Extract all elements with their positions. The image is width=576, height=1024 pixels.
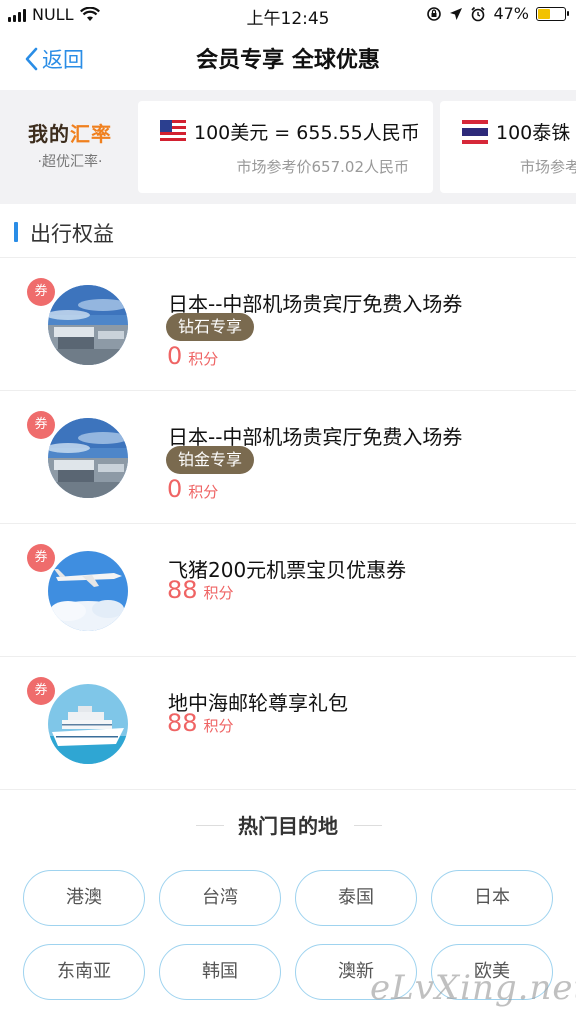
us-flag-icon: [160, 119, 186, 144]
section-title: 出行权益: [30, 222, 114, 246]
divider-line-right: [354, 825, 382, 826]
thai-flag-icon: [462, 119, 488, 144]
price-value: 0: [167, 342, 183, 370]
logo-subtitle: ·超优汇率·: [37, 154, 103, 170]
airplane-image: [48, 551, 128, 631]
destination-button[interactable]: 港澳: [23, 870, 145, 926]
price-value: 88: [167, 709, 198, 737]
destination-button[interactable]: 泰国: [295, 870, 417, 926]
price-value: 88: [167, 576, 198, 604]
coupon-tag: 券: [27, 677, 55, 705]
coupon-tag: 券: [27, 544, 55, 572]
membership-badge: 钻石专享: [166, 313, 255, 341]
destination-button[interactable]: 东南亚: [23, 944, 145, 1000]
price-unit: 积分: [188, 350, 219, 368]
exchange-rate-strip[interactable]: 我的汇率 ·超优汇率· 100美元 = 655.55人民币 市场参考价657.0…: [0, 90, 576, 204]
coupon-price: 0 积分: [167, 475, 218, 503]
nav-bar: 返回 会员专享 全球优惠: [0, 30, 576, 88]
price-value: 0: [167, 475, 183, 503]
logo-part-2: 汇率: [70, 122, 112, 146]
destination-button[interactable]: 日本: [431, 870, 553, 926]
page-title: 会员专享 全球优惠: [196, 48, 380, 73]
coupon-price: 88 积分: [167, 576, 234, 604]
rate-card-usd[interactable]: 100美元 = 655.55人民币 市场参考价657.02人民币: [138, 101, 433, 193]
alarm-icon: [471, 6, 486, 21]
market-reference: 市场参考: [520, 158, 576, 176]
hot-destinations-title: 热门目的地: [238, 814, 338, 838]
destination-button[interactable]: 韩国: [159, 944, 281, 1000]
cruise-ship-image: [48, 684, 128, 764]
membership-badge: 铂金专享: [166, 446, 255, 474]
destination-button[interactable]: 台湾: [159, 870, 281, 926]
battery-icon: [536, 6, 569, 21]
coupon-price: 0 积分: [167, 342, 218, 370]
price-unit: 积分: [203, 717, 234, 735]
coupon-item[interactable]: 券 地中海邮轮尊享礼包 88 积分: [0, 657, 576, 790]
coupon-item[interactable]: 券 日本--中部机场贵宾厅免费入场券 钻石专享 0 积分: [0, 258, 576, 391]
airport-lounge-image: [48, 285, 128, 365]
price-unit: 积分: [203, 584, 234, 602]
location-icon: [450, 7, 463, 20]
rate-card-thb[interactable]: 100泰铢 = 市场参考: [440, 101, 576, 193]
rate-text: 100泰铢 =: [496, 122, 576, 144]
battery-percent: 47%: [493, 4, 529, 23]
watermark: eLvXing.net: [370, 968, 576, 1008]
coupon-item[interactable]: 券 日本--中部机场贵宾厅免费入场券 铂金专享 0 积分: [0, 391, 576, 524]
status-bar: NULL 上午12:45 47%: [0, 0, 576, 30]
coupon-tag: 券: [27, 278, 55, 306]
market-reference: 市场参考价657.02人民币: [236, 158, 410, 176]
rate-text: 100美元 = 655.55人民币: [194, 122, 420, 144]
section-header: 出行权益: [0, 204, 576, 258]
status-right: 47%: [426, 4, 569, 23]
rotation-lock-icon: [427, 6, 442, 21]
battery-fill: [538, 8, 551, 19]
airport-lounge-image: [48, 418, 128, 498]
price-unit: 积分: [188, 483, 219, 501]
exchange-logo: 我的汇率 ·超优汇率·: [14, 118, 126, 171]
coupon-price: 88 积分: [167, 709, 234, 737]
coupon-item[interactable]: 券 飞猪200元机票宝贝优惠券 88 积分: [0, 524, 576, 657]
section-accent-bar: [14, 222, 18, 242]
logo-part-1: 我的: [28, 122, 70, 146]
coupon-tag: 券: [27, 411, 55, 439]
